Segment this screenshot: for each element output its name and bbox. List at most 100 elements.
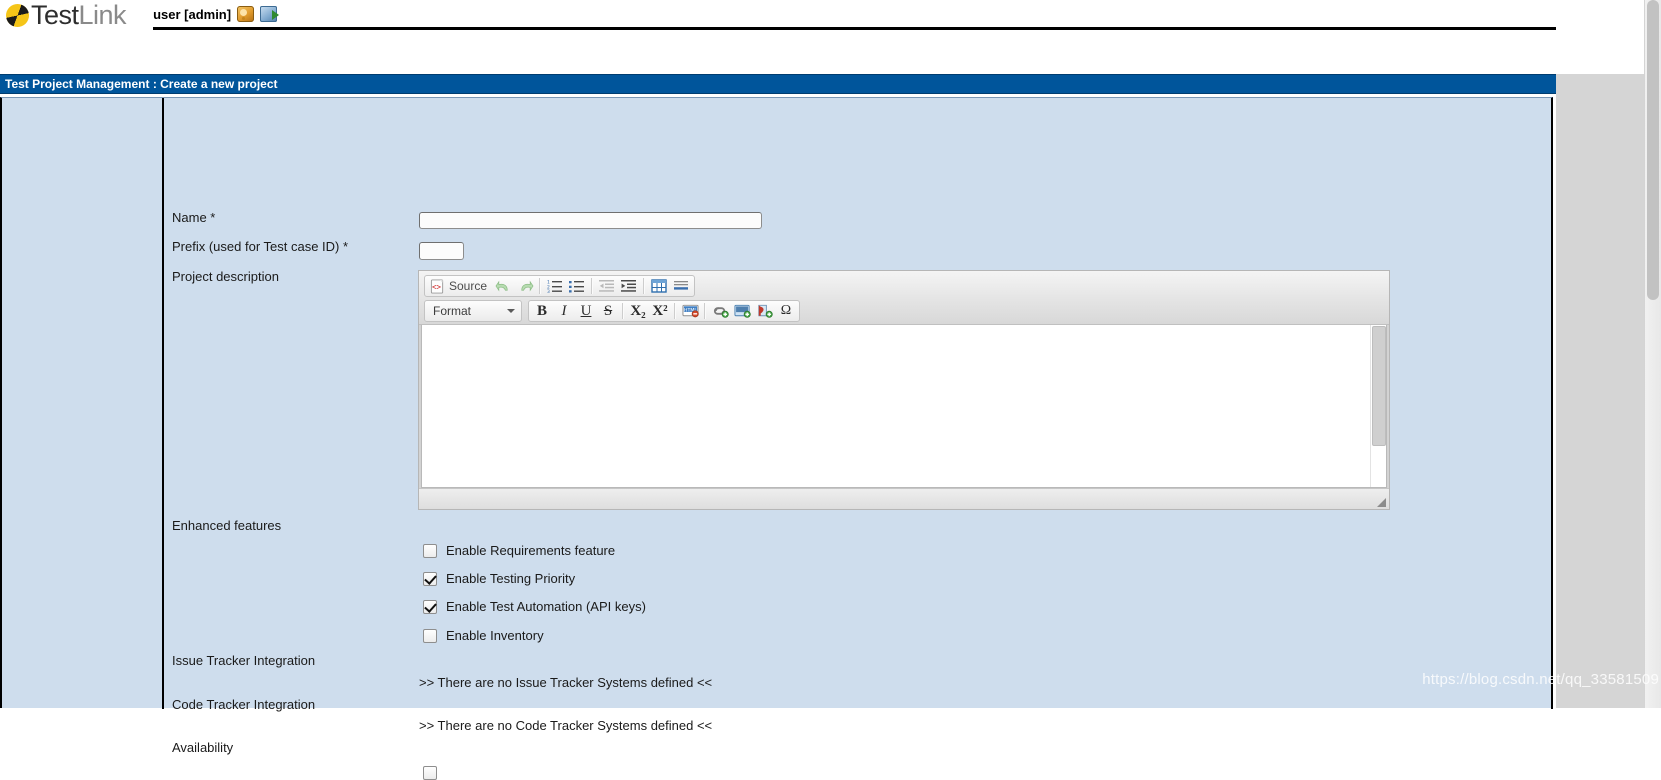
checkbox-row-testing-priority[interactable]: Enable Testing Priority xyxy=(423,571,575,586)
enable-testing-priority-checkbox[interactable] xyxy=(423,571,437,586)
editor-scrollbar[interactable] xyxy=(1370,325,1386,487)
underline-icon: U xyxy=(580,302,592,319)
editor-scrollbar-thumb[interactable] xyxy=(1372,326,1386,446)
bulleted-list-icon xyxy=(569,281,585,293)
resize-grip-icon[interactable] xyxy=(1377,498,1386,507)
source-button[interactable]: <> Source xyxy=(427,276,492,296)
field-row-issue-tracker: Issue Tracker Integration xyxy=(172,653,315,668)
superscript-button[interactable]: X² xyxy=(649,301,671,321)
user-label: user [admin] xyxy=(153,6,232,22)
right-gutter-lower xyxy=(1556,74,1645,708)
page-vertical-scrollbar[interactable] xyxy=(1644,0,1661,708)
editor-toolbar-row-1: <> Source 1 2 3 xyxy=(424,275,1384,297)
format-select[interactable]: Format xyxy=(424,300,522,322)
issue-tracker-label: Issue Tracker Integration xyxy=(172,653,316,668)
toolbar-separator xyxy=(674,303,676,319)
checkbox-row-inventory[interactable]: Enable Inventory xyxy=(423,628,544,643)
user-nav-row: user [admin] xyxy=(153,6,280,27)
page-title-bar: Test Project Management : Create a new p… xyxy=(0,74,1556,94)
flash-button[interactable] xyxy=(753,301,775,321)
strikethrough-icon: S xyxy=(603,302,613,319)
brand-text: TestLink xyxy=(31,0,127,30)
subscript-button[interactable]: X₂ xyxy=(627,301,649,321)
logout-icon[interactable] xyxy=(260,6,280,22)
testlink-ball-icon xyxy=(6,4,29,27)
toolbar-separator xyxy=(539,278,542,294)
editor-toolbar: <> Source 1 2 3 Format B I U S X₂ X² HTM… xyxy=(419,271,1389,325)
strikethrough-button[interactable]: S xyxy=(597,301,619,321)
code-tracker-note: >> There are no Code Tracker Systems def… xyxy=(419,718,713,733)
bold-icon: B xyxy=(536,302,547,319)
field-row-name: Name * xyxy=(172,210,215,225)
editor-content-area[interactable] xyxy=(421,325,1387,488)
subscript-icon: X₂ xyxy=(630,302,646,319)
checkbox-row-test-automation[interactable]: Enable Test Automation (API keys) xyxy=(423,599,646,614)
link-button[interactable] xyxy=(709,301,731,321)
field-row-availability: Availability xyxy=(172,740,233,755)
prefix-input[interactable] xyxy=(419,242,464,260)
editor-toolbar-row-2: Format B I U S X₂ X² HTML Ω xyxy=(424,300,1384,322)
brand-text-bold: Test xyxy=(31,0,79,30)
toolbar-separator xyxy=(704,303,706,319)
indent-button[interactable] xyxy=(618,276,640,296)
enable-inventory-checkbox[interactable] xyxy=(423,628,437,643)
horizontal-rule-button[interactable] xyxy=(670,276,692,296)
checkbox-row-availability[interactable] xyxy=(423,766,437,780)
enable-test-automation-checkbox[interactable] xyxy=(423,599,437,614)
toolbar-separator xyxy=(643,278,646,294)
link-icon xyxy=(713,307,729,318)
numbered-list-icon: 1 2 3 xyxy=(547,280,563,293)
flash-icon xyxy=(757,304,773,318)
user-nav-area: user [admin] xyxy=(153,0,1588,30)
enable-inventory-label: Enable Inventory xyxy=(446,628,544,643)
header-spacer xyxy=(0,33,1661,73)
toolbar-group-document: <> Source 1 2 3 xyxy=(424,275,696,297)
outdent-button[interactable] xyxy=(596,276,618,296)
source-button-label: Source xyxy=(449,279,488,293)
checkbox-row-requirements[interactable]: Enable Requirements feature xyxy=(423,543,615,558)
toolbar-separator xyxy=(622,303,624,319)
enhanced-features-label: Enhanced features xyxy=(172,518,282,533)
testlink-logo[interactable]: TestLink xyxy=(0,0,127,30)
field-row-description: Project description xyxy=(172,269,279,284)
redo-button[interactable] xyxy=(514,276,536,296)
personal-settings-icon[interactable] xyxy=(237,6,255,22)
undo-icon xyxy=(495,280,508,291)
enable-requirements-label: Enable Requirements feature xyxy=(446,543,616,558)
bulleted-list-button[interactable] xyxy=(566,276,588,296)
horizontal-rule-icon xyxy=(674,281,689,290)
name-input[interactable] xyxy=(419,212,762,229)
page-scrollbar-thumb[interactable] xyxy=(1647,0,1659,300)
issue-tracker-note: >> There are no Issue Tracker Systems de… xyxy=(419,675,713,690)
field-row-enhanced-features: Enhanced features xyxy=(172,518,281,533)
undo-button[interactable] xyxy=(492,276,514,296)
form-panel: Name * Prefix (used for Test case ID) * … xyxy=(0,97,1553,780)
remove-format-button[interactable]: HTML xyxy=(679,301,701,321)
format-select-label: Format xyxy=(433,304,472,318)
toolbar-group-formatting: B I U S X₂ X² HTML Ω xyxy=(528,300,800,322)
svg-text:3: 3 xyxy=(547,289,550,293)
enable-testing-priority-label: Enable Testing Priority xyxy=(446,571,576,586)
italic-icon: I xyxy=(561,302,567,319)
availability-checkbox[interactable] xyxy=(423,766,437,780)
rich-text-editor: <> Source 1 2 3 Format B I U S X₂ X² HTM… xyxy=(418,270,1390,510)
app-header: TestLink user [admin] xyxy=(0,0,1661,33)
bold-button[interactable]: B xyxy=(531,301,553,321)
image-icon xyxy=(733,304,751,318)
svg-text:<>: <> xyxy=(432,282,442,291)
indent-icon xyxy=(621,280,637,292)
project-description-label: Project description xyxy=(172,269,279,284)
remove-html-format-icon: HTML xyxy=(681,304,699,318)
numbered-list-button[interactable]: 1 2 3 xyxy=(544,276,566,296)
field-row-code-tracker: Code Tracker Integration xyxy=(172,697,315,712)
enable-requirements-checkbox[interactable] xyxy=(423,543,437,558)
underline-button[interactable]: U xyxy=(575,301,597,321)
field-row-prefix: Prefix (used for Test case ID) * xyxy=(172,239,348,254)
italic-button[interactable]: I xyxy=(553,301,575,321)
superscript-icon: X² xyxy=(652,302,668,319)
special-char-button[interactable]: Ω xyxy=(775,301,797,321)
table-button[interactable] xyxy=(648,276,670,296)
nav-underline xyxy=(153,27,1588,30)
source-code-icon: <> xyxy=(430,278,444,294)
image-button[interactable] xyxy=(731,301,753,321)
